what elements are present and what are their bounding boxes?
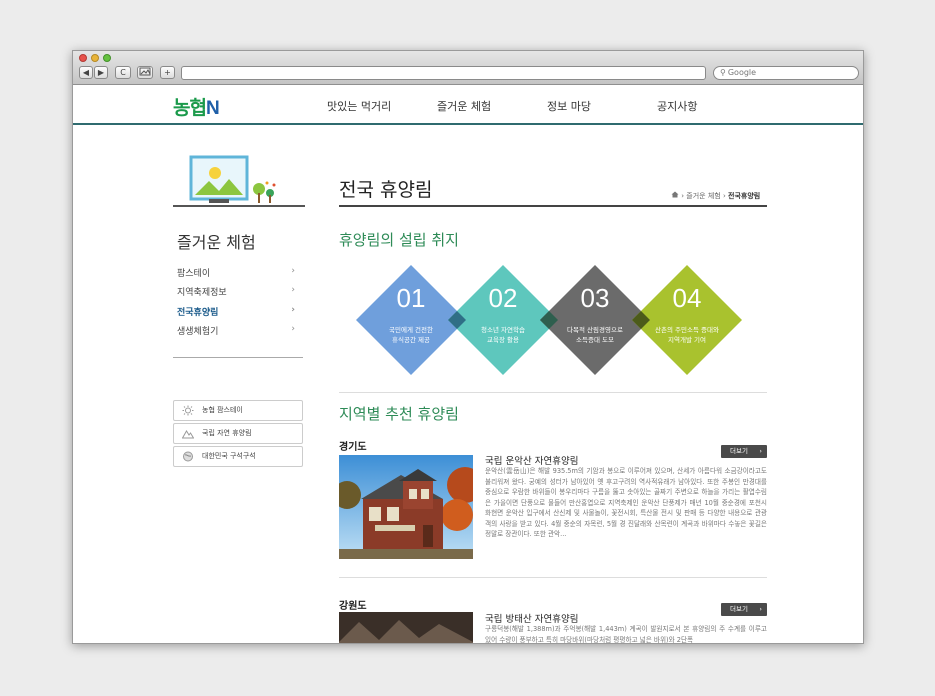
search-icon: ⚲ bbox=[720, 68, 726, 77]
more-button-label: 더보기 bbox=[730, 605, 748, 613]
forward-button[interactable]: ▶ bbox=[94, 66, 108, 79]
region-title: 경기도 bbox=[339, 442, 367, 453]
home-icon[interactable] bbox=[671, 191, 679, 198]
sidebar-item-label: 지역축제정보 bbox=[177, 288, 227, 298]
sidebar-illustration bbox=[173, 155, 305, 207]
quick-link-label: 대한민국 구석구석 bbox=[202, 452, 256, 460]
globe-icon bbox=[183, 451, 193, 462]
back-button[interactable]: ◀ bbox=[79, 66, 93, 79]
section-divider bbox=[339, 577, 767, 578]
chevron-right-icon: › bbox=[291, 305, 295, 315]
purpose-item-4: 04 산촌의 주민소득 증대와지역개발 기여 bbox=[632, 265, 742, 375]
sun-icon bbox=[182, 405, 194, 416]
purpose-number: 04 bbox=[672, 283, 702, 313]
purpose-section-title: 휴양림의 설립 취지 bbox=[339, 231, 459, 249]
search-field[interactable]: ⚲ Google bbox=[713, 66, 859, 80]
purpose-line: 다목적 산림경영으로 bbox=[567, 326, 623, 334]
chevron-right-icon: › bbox=[291, 285, 295, 295]
forest-name[interactable]: 국립 운악산 자연휴양림 bbox=[485, 453, 578, 467]
sidebar-item-label: 생생체험기 bbox=[177, 327, 219, 337]
purpose-text: 산촌의 주민소득 증대와지역개발 기여 bbox=[650, 325, 724, 345]
sidebar-divider bbox=[173, 357, 303, 358]
address-bar[interactable] bbox=[181, 66, 706, 80]
title-divider bbox=[339, 205, 767, 207]
region-title: 강원도 bbox=[339, 601, 367, 612]
breadcrumb: › 즐거운 체험 › 전국휴양림 bbox=[671, 191, 760, 201]
forest-photo[interactable] bbox=[339, 612, 473, 643]
browser-window: ◀ ▶ C + ⚲ Google 농협N 맛있는 먹거리 즐거운 체험 정보 마당… bbox=[72, 50, 864, 644]
quick-link-national-forest[interactable]: 국립 자연 휴양림 bbox=[173, 423, 303, 444]
search-placeholder: Google bbox=[727, 68, 757, 77]
quick-link-label: 국립 자연 휴양림 bbox=[202, 429, 252, 437]
browser-toolbar: ◀ ▶ C + ⚲ Google bbox=[73, 51, 863, 85]
zoom-window-button[interactable] bbox=[103, 54, 111, 62]
image-icon bbox=[139, 67, 151, 76]
section-divider bbox=[339, 392, 767, 393]
sidebar-item-label: 전국휴양림 bbox=[177, 308, 219, 318]
purpose-line: 휴식공간 제공 bbox=[392, 336, 430, 344]
page-title: 전국 휴양림 bbox=[339, 179, 433, 201]
chevron-right-icon: › bbox=[759, 447, 762, 455]
sidebar-title: 즐거운 체험 bbox=[177, 233, 256, 252]
quick-link-korea-tour[interactable]: 대한민국 구석구석 bbox=[173, 446, 303, 467]
nav-food[interactable]: 맛있는 먹거리 bbox=[327, 98, 391, 114]
forest-description: 구룡덕봉(해발 1,388m)과 주억봉(해발 1,443m) 계곡이 발원지로… bbox=[485, 625, 767, 644]
reload-button[interactable]: C bbox=[115, 66, 131, 79]
purpose-line: 교육장 활용 bbox=[487, 336, 519, 344]
purpose-line: 지역개발 기여 bbox=[668, 336, 706, 344]
close-window-button[interactable] bbox=[79, 54, 87, 62]
purpose-line: 청소년 자연학습 bbox=[481, 326, 525, 334]
breadcrumb-parent[interactable]: 즐거운 체험 bbox=[686, 192, 720, 200]
nav-experience[interactable]: 즐거운 체험 bbox=[437, 98, 491, 114]
breadcrumb-current: 전국휴양림 bbox=[728, 192, 761, 200]
quick-link-farmstay[interactable]: 농협 팜스테이 bbox=[173, 400, 303, 421]
mountain-icon bbox=[182, 430, 194, 439]
logo[interactable]: 농협N bbox=[173, 93, 220, 120]
quick-link-label: 농협 팜스테이 bbox=[202, 406, 243, 414]
breadcrumb-separator: › bbox=[681, 192, 685, 200]
chevron-right-icon: › bbox=[759, 605, 762, 613]
chevron-right-icon: › bbox=[291, 266, 295, 276]
sidebar-item-label: 팜스테이 bbox=[177, 269, 211, 279]
purpose-text: 국민에게 건전한휴식공간 제공 bbox=[374, 325, 448, 345]
logo-text: 농협 bbox=[173, 98, 207, 119]
nav-info[interactable]: 정보 마당 bbox=[547, 98, 591, 114]
more-button-label: 더보기 bbox=[730, 447, 748, 455]
purpose-line: 소득증대 도모 bbox=[576, 336, 614, 344]
logo-accent: N bbox=[205, 98, 220, 119]
purpose-text: 다목적 산림경영으로소득증대 도모 bbox=[558, 325, 632, 345]
sidebar-item-festival[interactable]: 지역축제정보 › bbox=[177, 285, 295, 298]
purpose-line: 산촌의 주민소득 증대와 bbox=[655, 326, 719, 334]
web-page: 농협N 맛있는 먹거리 즐거운 체험 정보 마당 공지사항 즐거운 체험 팜스테… bbox=[73, 85, 863, 644]
nav-notice[interactable]: 공지사항 bbox=[657, 98, 697, 114]
sidebar-item-review[interactable]: 생생체험기 › bbox=[177, 324, 295, 337]
sidebar-item-farmstay[interactable]: 팜스테이 › bbox=[177, 266, 295, 279]
more-button[interactable]: 더보기 › bbox=[721, 445, 767, 458]
forest-description: 운악산(雲岳山)은 해발 935.5m의 기암과 봉으로 이루어져 있으며, 산… bbox=[485, 467, 767, 538]
purpose-line: 국민에게 건전한 bbox=[389, 326, 433, 334]
sidebar-item-forest[interactable]: 전국휴양림 › bbox=[177, 305, 295, 318]
recommend-section-title: 지역별 추천 휴양림 bbox=[339, 405, 459, 423]
more-button[interactable]: 더보기 › bbox=[721, 603, 767, 616]
minimize-window-button[interactable] bbox=[91, 54, 99, 62]
purpose-diagram: 01 국민에게 건전한 휴식공간 제공 02 청소년 자연학습 교육장 활용 03 … bbox=[356, 265, 756, 395]
forest-name[interactable]: 국립 방태산 자연휴양림 bbox=[485, 611, 578, 625]
top-navigation: 농협N 맛있는 먹거리 즐거운 체험 정보 마당 공지사항 bbox=[73, 85, 863, 125]
forest-photo[interactable] bbox=[339, 455, 473, 559]
purpose-text: 청소년 자연학습교육장 활용 bbox=[466, 325, 540, 345]
bookmarks-button[interactable] bbox=[137, 66, 153, 79]
breadcrumb-separator: › bbox=[722, 192, 726, 200]
new-tab-button[interactable]: + bbox=[160, 66, 175, 79]
chevron-right-icon: › bbox=[291, 324, 295, 334]
